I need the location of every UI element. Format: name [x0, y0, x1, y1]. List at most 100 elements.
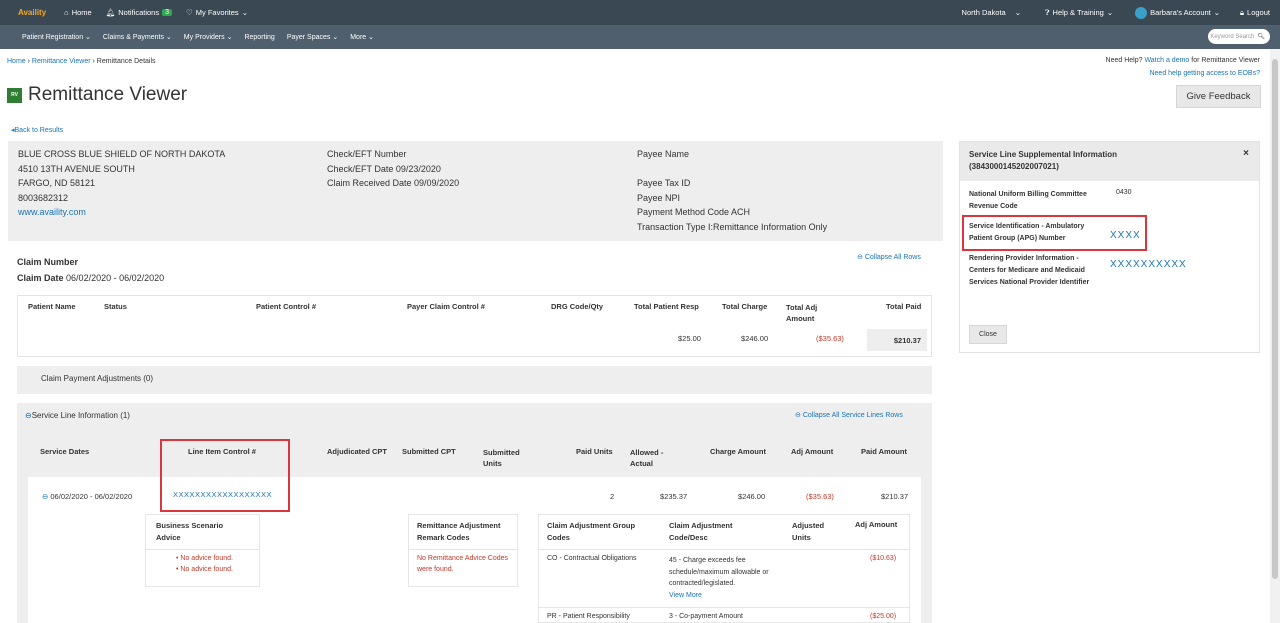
breadcrumb-remittance-viewer[interactable]: Remittance Viewer — [32, 58, 91, 65]
column-header: Total Adj Amount — [786, 303, 818, 323]
panel-row-label: National Uniform Billing Committee Reven… — [969, 191, 1087, 210]
collapse-all-rows-link[interactable]: ⊖ Collapse All Rows — [857, 253, 921, 261]
column-header: Status — [104, 302, 127, 311]
minus-circle-icon: ⊖ — [795, 412, 801, 419]
collapse-service-lines-link[interactable]: ⊖ Collapse All Service Lines Rows — [795, 411, 903, 419]
panel-row-value: 0430 — [1116, 189, 1132, 196]
column-header: Patient Name — [28, 302, 76, 311]
favorites-link[interactable]: ♡ My Favorites ⌄ — [186, 8, 248, 17]
search-icon: 🔍︎ — [1257, 34, 1265, 40]
column-header: Paid Units — [576, 447, 613, 456]
column-header: DRG Code/Qty — [551, 302, 604, 311]
column-header: Allowed - Actual — [630, 448, 664, 468]
chevron-down-icon: ⌄ — [1014, 8, 1022, 17]
payer-address-1: 4510 13TH AVENUE SOUTH — [18, 163, 135, 174]
highlight-box — [962, 215, 1147, 251]
advice-title: Business Scenario Advice — [146, 515, 259, 550]
remittance-viewer-icon: RV — [7, 87, 22, 103]
column-header: Claim Adjustment Code/Desc — [669, 521, 733, 542]
adj-code-desc: 45 - Charge exceeds fee schedule/maximum… — [669, 557, 769, 587]
availity-logo[interactable]: Availity — [18, 8, 46, 17]
back-to-results-link[interactable]: ◂Back to Results — [11, 126, 63, 134]
total-paid: $210.37 — [867, 329, 927, 351]
claim-table: Patient Name Status Patient Control # Pa… — [17, 295, 932, 357]
main-menu: Patient Registration ⌄ Claims & Payments… — [0, 25, 1280, 49]
panel-title: Service Line Supplemental Information (3… — [960, 142, 1259, 181]
adj-code-desc: 3 - Co-payment Amount — [669, 613, 743, 620]
view-more-link[interactable]: View More — [669, 592, 702, 599]
column-header: Total Paid — [886, 302, 922, 311]
menu-claims-payments[interactable]: Claims & Payments ⌄ — [103, 33, 172, 41]
column-header: Total Charge — [722, 302, 768, 311]
column-header: Patient Control # — [256, 302, 317, 311]
menu-more[interactable]: More ⌄ — [350, 33, 374, 41]
payee-name: Payee Name — [637, 149, 690, 159]
provider-npi-value[interactable]: XXXXXXXXXX — [1110, 259, 1187, 270]
total-charge: $246.00 — [741, 334, 769, 343]
eob-access-link[interactable]: Need help getting access to EOBs? — [1106, 67, 1260, 80]
close-icon[interactable]: × — [1243, 148, 1249, 159]
list-item: • No advice found. — [176, 555, 233, 562]
column-header: Adjudicated CPT — [327, 447, 388, 456]
column-header: Payer Claim Control # — [407, 302, 485, 311]
notification-count-badge: 3 — [162, 9, 173, 16]
chevron-down-icon: ⌄ — [241, 8, 248, 17]
panel-row-label: Rendering Provider Information - Centers… — [969, 255, 1090, 286]
page-title: RV Remittance Viewer — [7, 84, 187, 106]
give-feedback-button[interactable]: Give Feedback — [1176, 85, 1261, 108]
service-dates[interactable]: ⊖ 06/02/2020 - 06/02/2020 — [42, 492, 132, 501]
adjustment-codes-table: Claim Adjustment Group Codes Claim Adjus… — [538, 514, 910, 623]
claim-header: Claim Number Claim Date 06/02/2020 - 06/… — [17, 254, 164, 286]
service-line-toggle[interactable]: ⊖Service Line Information (1) — [25, 411, 130, 420]
adj-group-code: PR - Patient Responsibility — [547, 613, 630, 620]
menu-reporting[interactable]: Reporting — [244, 34, 274, 41]
paid-units: 2 — [610, 492, 615, 501]
chevron-down-icon: ⌄ — [1213, 8, 1221, 17]
payee-npi: Payee NPI — [637, 192, 681, 203]
chevron-down-icon: ⌄ — [1106, 8, 1114, 17]
scrollbar-thumb[interactable] — [1272, 59, 1278, 579]
claim-payment-adjustments-row[interactable]: Claim Payment Adjustments (0) — [17, 366, 932, 394]
check-date: Check/EFT Date 09/23/2020 — [327, 163, 441, 174]
column-header: Submitted Units — [483, 448, 520, 468]
column-header: Adjusted Units — [792, 521, 825, 542]
payer-info-panel: BLUE CROSS BLUE SHIELD OF NORTH DAKOTA 4… — [8, 141, 943, 241]
total-adj-amount: ($35.63) — [816, 334, 844, 343]
column-header: Charge Amount — [710, 447, 766, 456]
menu-my-providers[interactable]: My Providers ⌄ — [184, 33, 233, 41]
lock-icon: 🔒︎ — [1240, 7, 1245, 17]
allowed-actual: $235.37 — [660, 492, 688, 501]
remark-text: No Remittance Advice Codes were found. — [417, 555, 509, 573]
scrollbar[interactable] — [1270, 49, 1280, 623]
state-selector[interactable]: North Dakota ⌄ — [962, 8, 1021, 17]
question-icon: ❓︎ — [1045, 7, 1050, 17]
breadcrumb-current: Remittance Details — [96, 58, 156, 65]
column-header: Paid Amount — [861, 447, 907, 456]
minus-circle-icon: ⊖ — [42, 492, 49, 501]
adj-row-amount: ($10.63) — [870, 555, 897, 562]
list-item: • No advice found. — [176, 566, 233, 573]
menu-patient-registration[interactable]: Patient Registration ⌄ — [22, 33, 91, 41]
column-header: Service Dates — [40, 447, 90, 456]
account-menu[interactable]: Barbara's Account ⌄ — [1135, 6, 1221, 19]
top-nav-bar: Availity ⌂ Home 🔔︎ Notifications 3 ♡ My Favo… — [0, 0, 1280, 25]
breadcrumb-home[interactable]: Home — [7, 58, 26, 65]
bell-icon: 🔔︎ — [105, 8, 116, 17]
watch-demo-link[interactable]: Watch a demo — [1144, 57, 1189, 64]
notifications-link[interactable]: 🔔︎ Notifications 3 — [105, 8, 173, 17]
payment-method: Payment Method Code ACH — [637, 207, 751, 217]
claim-date-value: 06/02/2020 - 06/02/2020 — [66, 273, 165, 283]
help-training-link[interactable]: ❓︎ Help & Training ⌄ — [1045, 8, 1113, 18]
column-header: Submitted CPT — [402, 447, 456, 456]
close-button[interactable]: Close — [969, 325, 1007, 344]
menu-payer-spaces[interactable]: Payer Spaces ⌄ — [287, 33, 338, 41]
logout-link[interactable]: 🔒︎ Logout — [1240, 8, 1270, 18]
payer-website-link[interactable]: www.availity.com — [18, 205, 86, 220]
column-header: Adj Amount — [855, 520, 898, 529]
home-link[interactable]: ⌂ Home — [64, 8, 92, 17]
heart-icon: ♡ — [186, 8, 193, 17]
home-icon: ⌂ — [64, 8, 69, 17]
payer-phone: 8003682312 — [18, 192, 69, 203]
check-number: Check/EFT Number — [327, 149, 407, 159]
keyword-search-input[interactable]: Keyword Search 🔍︎ — [1208, 29, 1270, 44]
